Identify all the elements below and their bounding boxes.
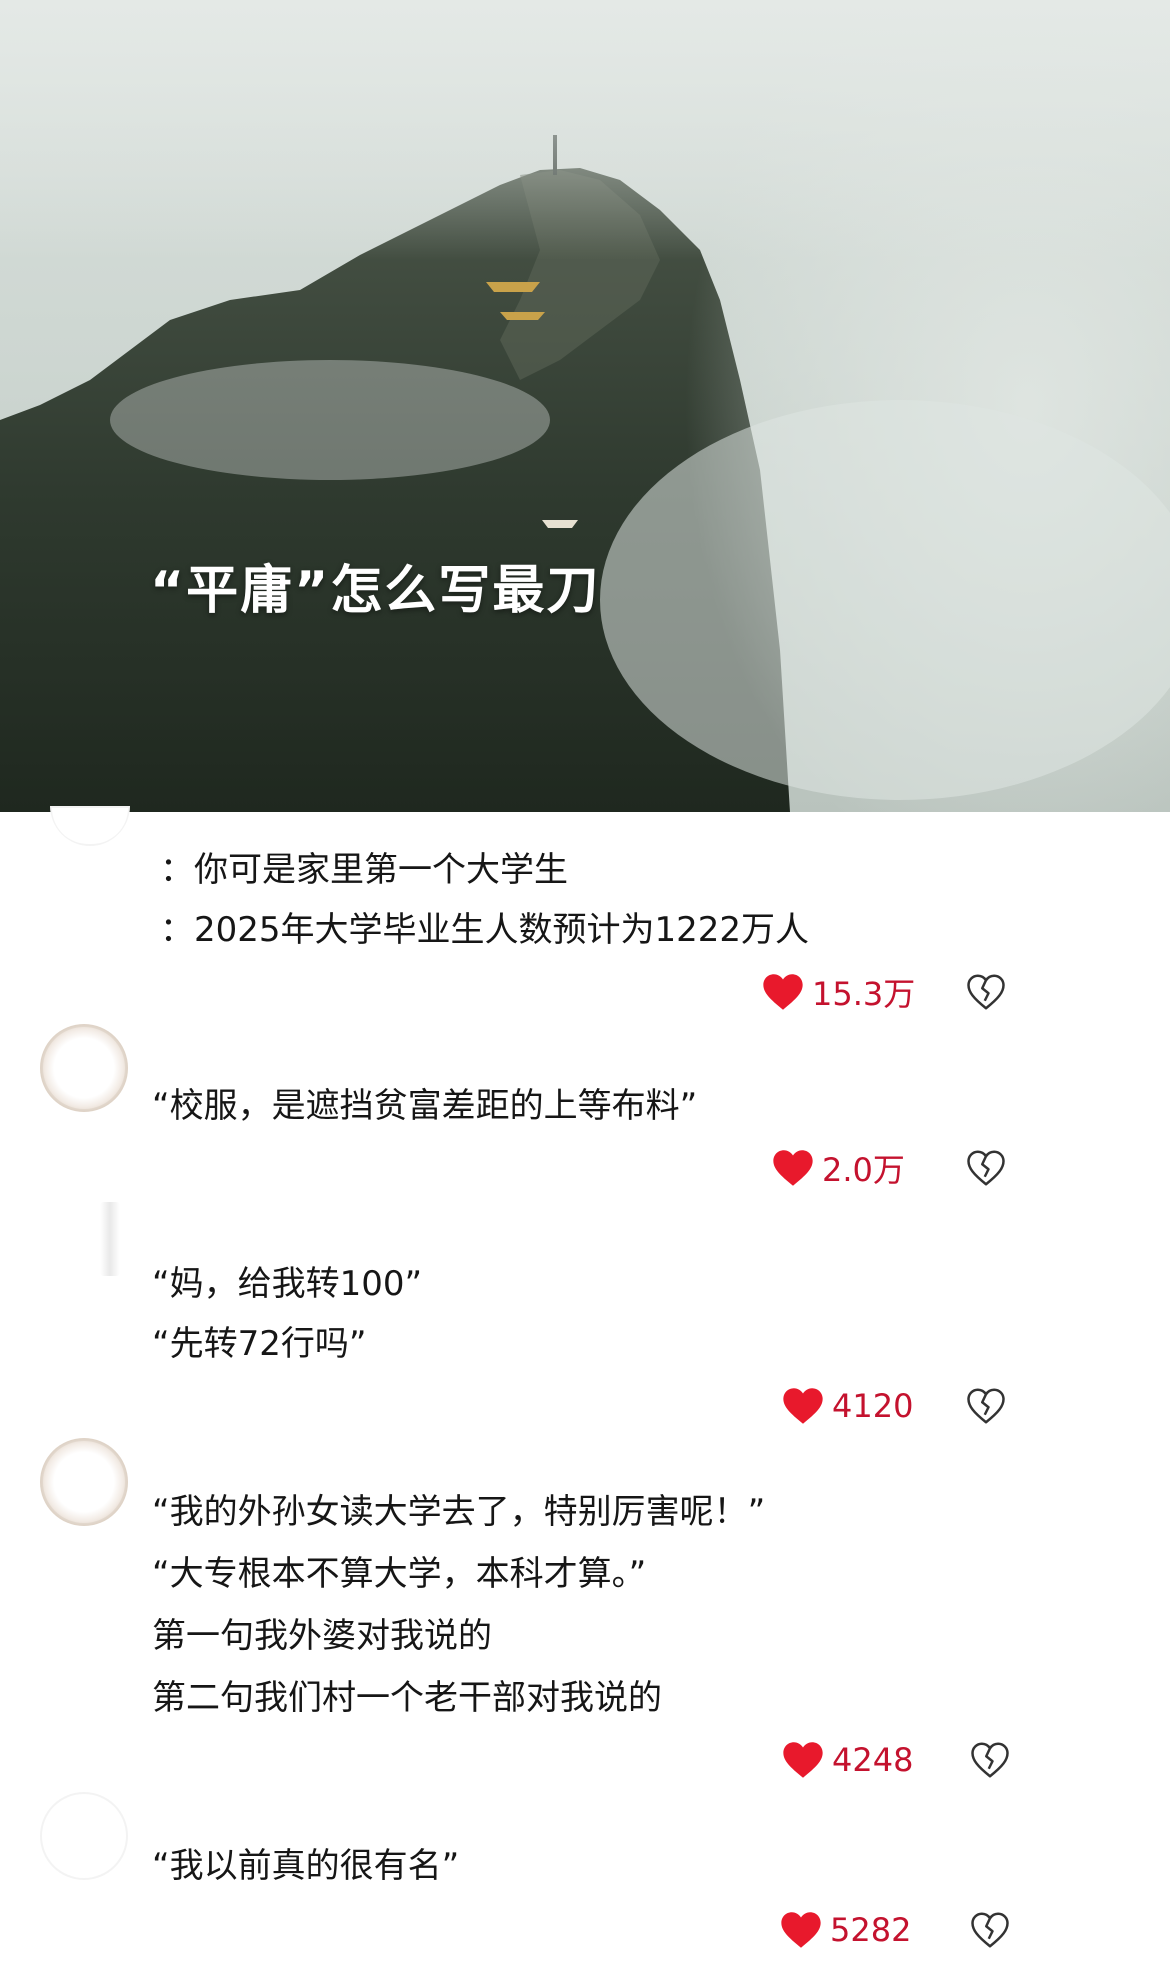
comment-text: ：2025年大学毕业生人数预计为1222万人: [160, 910, 810, 950]
comment-text: “我的外孙女读大学去了，特别厉害呢！”: [152, 1492, 766, 1532]
comment-text: “校服，是遮挡贫富差距的上等布料”: [152, 1086, 698, 1126]
like-count: 4120: [832, 1387, 914, 1425]
comment-text: “先转72行吗”: [152, 1324, 367, 1364]
like-count: 15.3万: [812, 975, 916, 1013]
avatar[interactable]: [40, 1792, 128, 1880]
broken-heart-icon[interactable]: [966, 972, 1006, 1012]
hero-title: “平庸”怎么写最刀: [150, 561, 601, 621]
like-button[interactable]: 2.0万: [772, 1146, 905, 1190]
broken-heart-icon[interactable]: [970, 1910, 1010, 1950]
misty-mountain-illustration: [0, 0, 1170, 812]
heart-icon: [781, 1912, 821, 1948]
avatar[interactable]: [40, 1438, 128, 1526]
like-button[interactable]: 4120: [782, 1384, 913, 1428]
comment-text: “妈，给我转100”: [152, 1264, 423, 1304]
comment-text: ：你可是家里第一个大学生: [160, 850, 568, 890]
like-button[interactable]: 4248: [782, 1738, 913, 1782]
like-count: 4248: [832, 1741, 914, 1779]
comment-text: 第二句我们村一个老干部对我说的: [152, 1678, 662, 1718]
heart-icon: [763, 974, 803, 1010]
hero-image: “平庸”怎么写最刀: [0, 0, 1170, 812]
like-button[interactable]: 5282: [780, 1908, 911, 1952]
broken-heart-icon[interactable]: [970, 1740, 1010, 1780]
avatar[interactable]: [50, 806, 130, 846]
broken-heart-icon[interactable]: [966, 1148, 1006, 1188]
comment-list: ：你可是家里第一个大学生 ：2025年大学毕业生人数预计为1222万人 15.3…: [0, 806, 1170, 1961]
comment-text: “大专根本不算大学，本科才算。”: [152, 1554, 647, 1594]
avatar[interactable]: [100, 1202, 120, 1276]
avatar[interactable]: [40, 1024, 128, 1112]
comment-text: “我以前真的很有名”: [152, 1846, 460, 1886]
like-count: 5282: [830, 1911, 912, 1949]
heart-icon: [783, 1742, 823, 1778]
like-count: 2.0万: [822, 1151, 905, 1189]
like-button[interactable]: 15.3万: [762, 970, 915, 1014]
broken-heart-icon[interactable]: [966, 1386, 1006, 1426]
heart-icon: [783, 1388, 823, 1424]
comment-text: 第一句我外婆对我说的: [152, 1616, 492, 1656]
heart-icon: [773, 1150, 813, 1186]
